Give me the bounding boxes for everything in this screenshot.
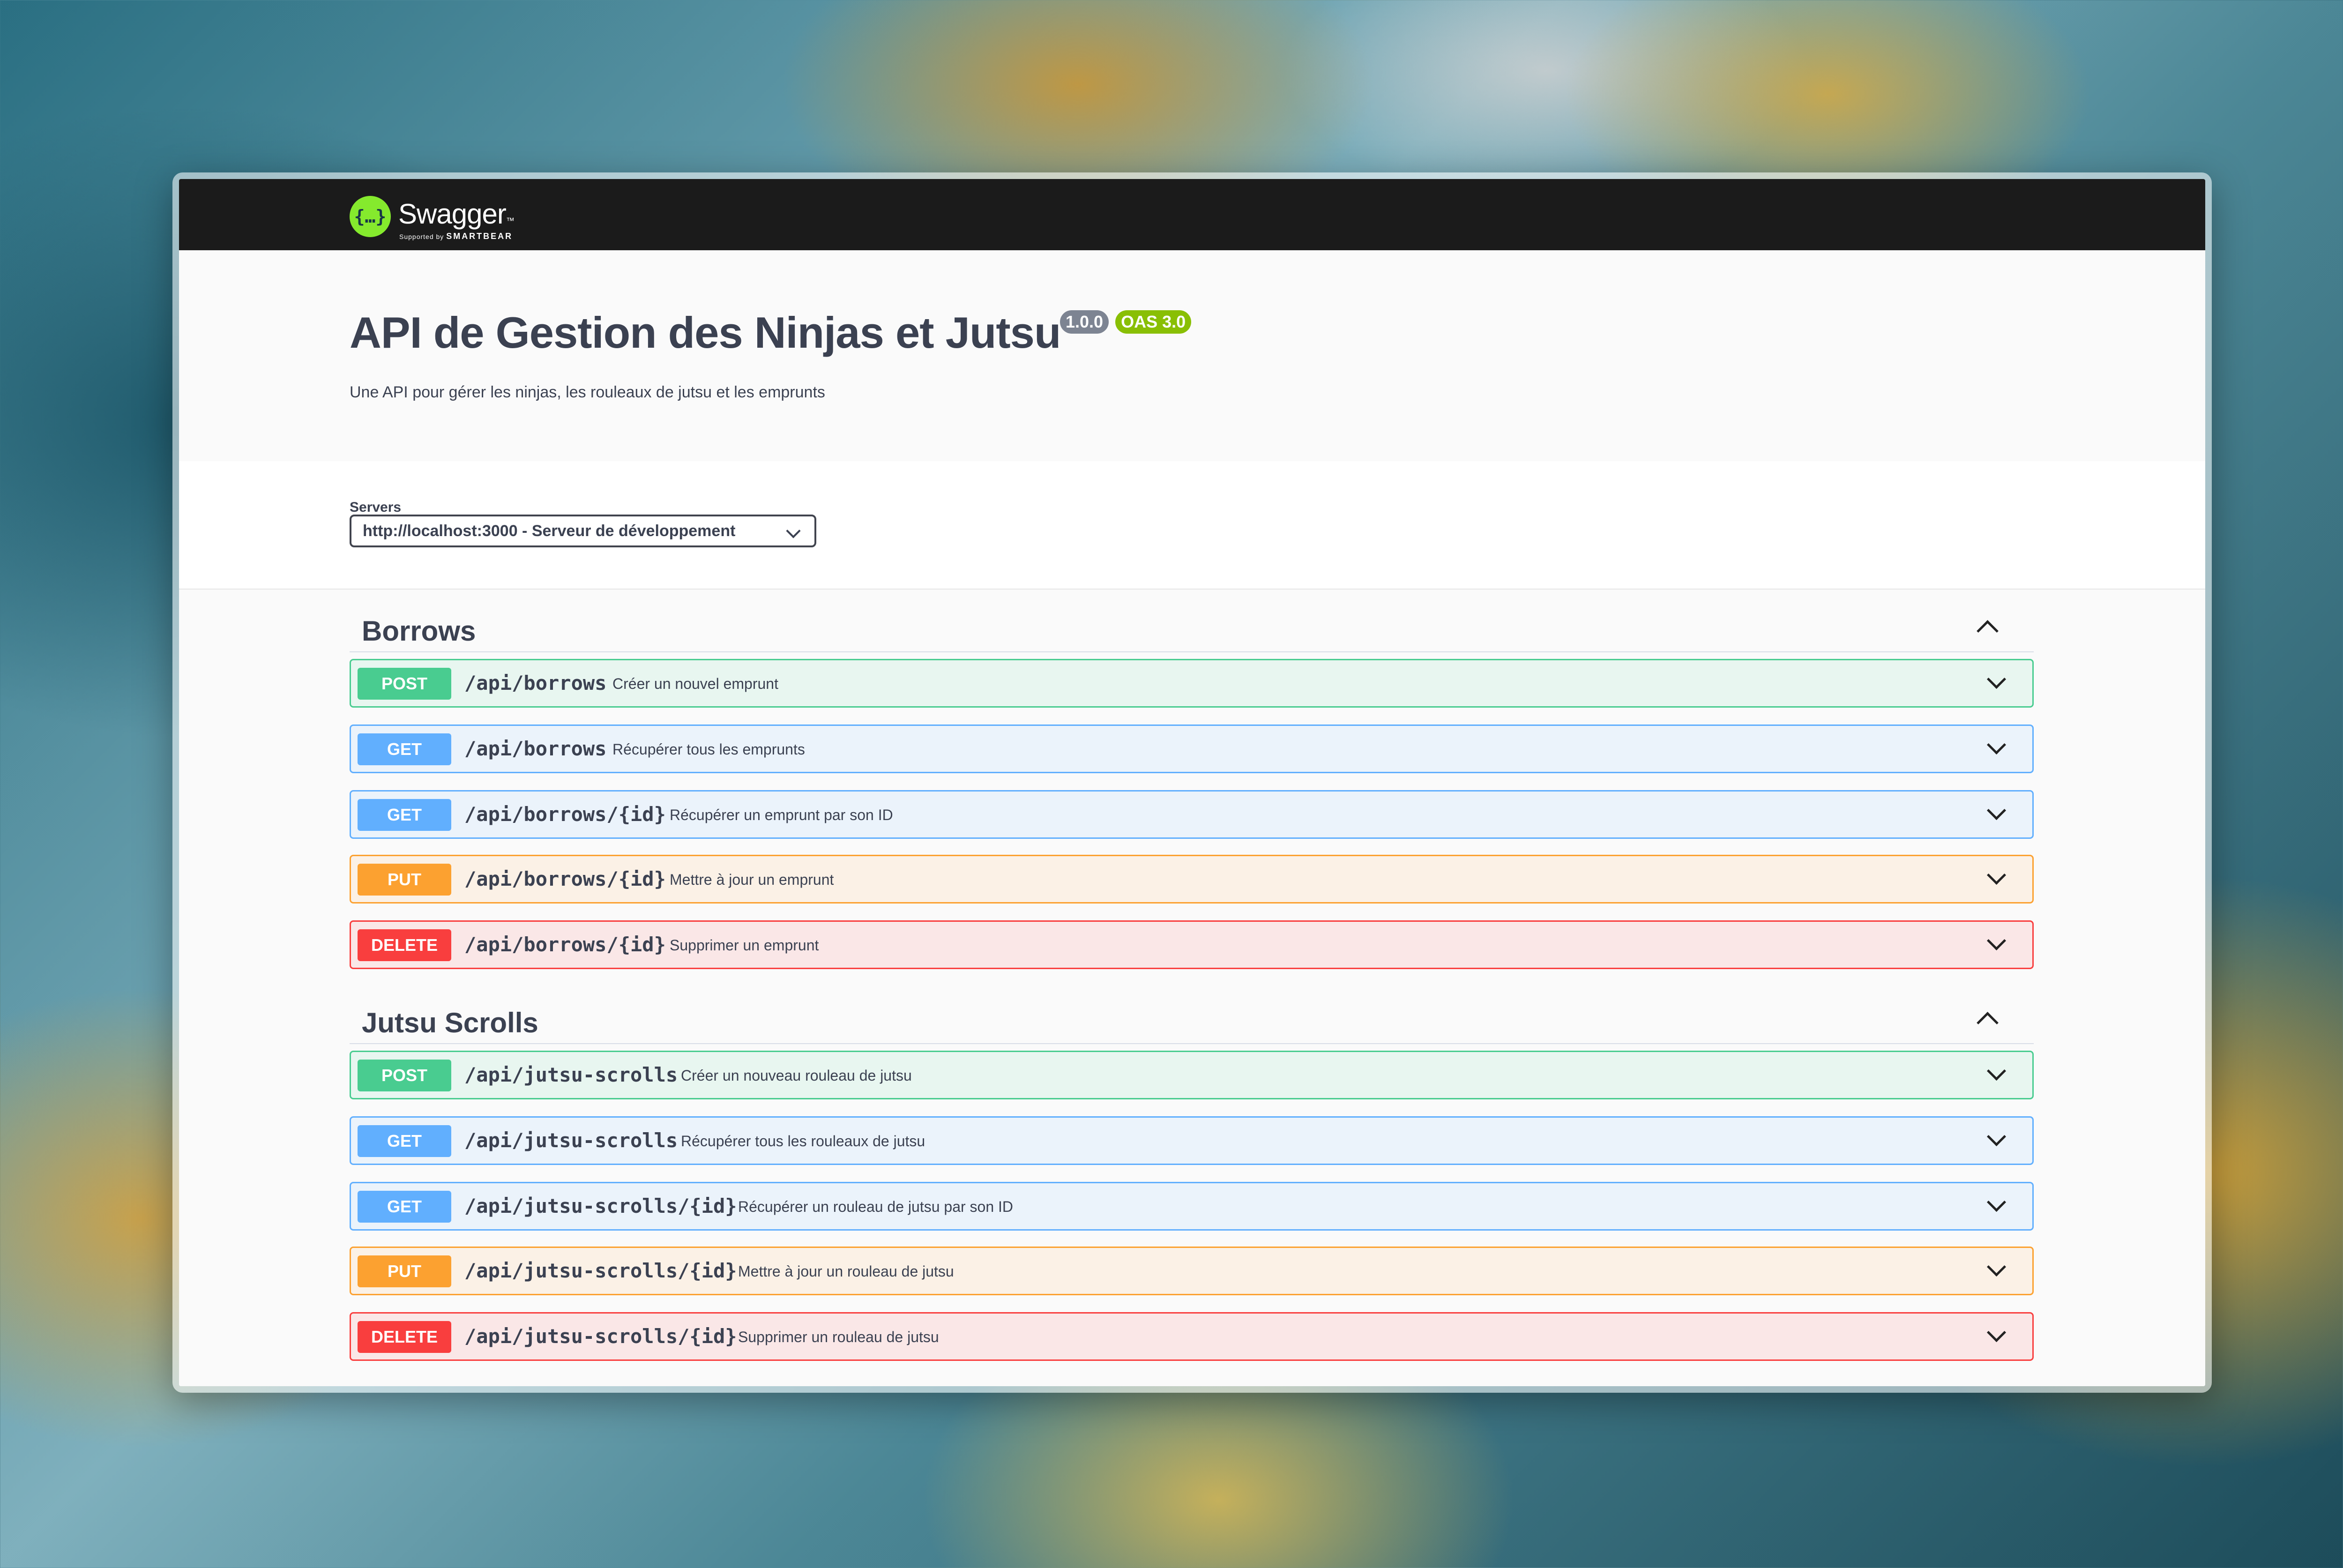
operation-put-jutsu-scroll[interactable]: PUT /api/jutsu-scrolls/{id} Mettre à jou… bbox=[350, 1247, 2034, 1295]
tag-section-borrows: Borrows POST /api/borrows Créer un nouve… bbox=[350, 599, 2034, 969]
chevron-down-icon[interactable] bbox=[1986, 800, 2007, 821]
version-badge: 1.0.0 bbox=[1060, 310, 1109, 334]
operation-summary: Récupérer un rouleau de jutsu par son ID bbox=[738, 1198, 1014, 1215]
tag-header-jutsu-scrolls[interactable]: Jutsu Scrolls bbox=[350, 991, 2034, 1044]
operation-path: /api/jutsu-scrolls bbox=[464, 1129, 678, 1152]
badges: 1.0.0 OAS 3.0 bbox=[1060, 310, 1192, 334]
page-title: API de Gestion des Ninjas et Jutsu bbox=[350, 308, 1061, 357]
tag-name: Jutsu Scrolls bbox=[362, 1007, 538, 1038]
tag-name: Borrows bbox=[362, 615, 476, 647]
operation-summary: Récupérer tous les emprunts bbox=[612, 741, 805, 758]
operation-path: /api/borrows/{id} bbox=[464, 867, 666, 890]
method-badge: GET bbox=[358, 799, 451, 831]
method-badge: DELETE bbox=[358, 1321, 451, 1353]
operation-summary: Récupérer un emprunt par son ID bbox=[670, 806, 893, 823]
oas-badge: OAS 3.0 bbox=[1115, 310, 1192, 334]
operation-get-jutsu-scrolls[interactable]: GET /api/jutsu-scrolls Récupérer tous le… bbox=[350, 1116, 2034, 1165]
swagger-logo-icon: {…} bbox=[350, 196, 391, 237]
operation-summary: Mettre à jour un rouleau de jutsu bbox=[738, 1263, 954, 1280]
supported-by-text: Supported by bbox=[399, 233, 444, 240]
operation-get-borrows[interactable]: GET /api/borrows Récupérer tous les empr… bbox=[350, 724, 2034, 773]
chevron-down-icon[interactable] bbox=[1986, 1322, 2007, 1343]
operation-path: /api/borrows/{id} bbox=[464, 803, 666, 826]
topbar: {…} Swagger™ Supported by SMARTBEAR bbox=[179, 179, 2205, 250]
chevron-down-icon[interactable] bbox=[1986, 1257, 2007, 1277]
chevron-down-icon[interactable] bbox=[1986, 1127, 2007, 1147]
chevron-down-icon[interactable] bbox=[1986, 931, 2007, 951]
brand-name: Swagger™ bbox=[398, 198, 515, 230]
operation-summary: Supprimer un rouleau de jutsu bbox=[738, 1329, 939, 1345]
chevron-down-icon[interactable] bbox=[1986, 865, 2007, 885]
operation-post-jutsu-scrolls[interactable]: POST /api/jutsu-scrolls Créer un nouveau… bbox=[350, 1051, 2034, 1099]
operation-summary: Créer un nouvel emprunt bbox=[612, 675, 778, 692]
tag-section-jutsu-scrolls: Jutsu Scrolls POST /api/jutsu-scrolls Cr… bbox=[350, 991, 2034, 1361]
servers-section: Servers http://localhost:3000 - Serveur … bbox=[179, 461, 2205, 590]
operation-summary: Créer un nouveau rouleau de jutsu bbox=[681, 1067, 912, 1084]
browser-window: {…} Swagger™ Supported by SMARTBEAR API … bbox=[172, 172, 2212, 1393]
method-badge: GET bbox=[358, 1191, 451, 1223]
operation-post-borrows[interactable]: POST /api/borrows Créer un nouvel emprun… bbox=[350, 659, 2034, 708]
operation-path: /api/jutsu-scrolls/{id} bbox=[464, 1259, 737, 1282]
operation-summary: Mettre à jour un emprunt bbox=[670, 871, 834, 888]
operation-path: /api/borrows bbox=[464, 672, 607, 694]
servers-select[interactable]: http://localhost:3000 - Serveur de dével… bbox=[350, 515, 816, 547]
operation-summary: Supprimer un emprunt bbox=[670, 937, 819, 954]
chevron-down-icon[interactable] bbox=[1986, 1061, 2007, 1081]
chevron-down-icon bbox=[786, 523, 801, 538]
operation-path: /api/jutsu-scrolls/{id} bbox=[464, 1325, 737, 1348]
api-info: API de Gestion des Ninjas et Jutsu 1.0.0… bbox=[179, 250, 2205, 461]
method-badge: POST bbox=[358, 668, 451, 700]
chevron-down-icon[interactable] bbox=[1986, 669, 2007, 689]
company-name: SMARTBEAR bbox=[446, 231, 513, 241]
servers-selected-value: http://localhost:3000 - Serveur de dével… bbox=[363, 522, 736, 540]
trademark-symbol: ™ bbox=[506, 216, 515, 225]
chevron-up-icon[interactable] bbox=[1977, 1012, 1999, 1034]
operation-delete-borrow[interactable]: DELETE /api/borrows/{id} Supprimer un em… bbox=[350, 920, 2034, 969]
operation-path: /api/borrows bbox=[464, 737, 607, 760]
method-badge: POST bbox=[358, 1060, 451, 1091]
tag-header-borrows[interactable]: Borrows bbox=[350, 599, 2034, 652]
chevron-down-icon[interactable] bbox=[1986, 1192, 2007, 1212]
brand-text: Swagger bbox=[398, 198, 507, 230]
chevron-down-icon[interactable] bbox=[1986, 735, 2007, 755]
method-badge: GET bbox=[358, 733, 451, 765]
api-description: Une API pour gérer les ninjas, les roule… bbox=[350, 383, 825, 401]
supported-by: Supported by SMARTBEAR bbox=[399, 231, 513, 241]
operation-summary: Récupérer tous les rouleaux de jutsu bbox=[681, 1133, 925, 1150]
servers-label: Servers bbox=[350, 500, 402, 515]
chevron-up-icon[interactable] bbox=[1977, 620, 1999, 642]
operation-get-borrow-by-id[interactable]: GET /api/borrows/{id} Récupérer un empru… bbox=[350, 790, 2034, 839]
operation-put-borrow[interactable]: PUT /api/borrows/{id} Mettre à jour un e… bbox=[350, 855, 2034, 903]
swagger-ui: {…} Swagger™ Supported by SMARTBEAR API … bbox=[179, 179, 2205, 1386]
operation-get-jutsu-scroll-by-id[interactable]: GET /api/jutsu-scrolls/{id} Récupérer un… bbox=[350, 1182, 2034, 1231]
method-badge: PUT bbox=[358, 864, 451, 896]
swagger-logo[interactable]: {…} Swagger™ Supported by SMARTBEAR bbox=[350, 196, 528, 241]
operation-path: /api/jutsu-scrolls bbox=[464, 1063, 678, 1086]
operations-list: Borrows POST /api/borrows Créer un nouve… bbox=[179, 590, 2205, 1386]
operation-path: /api/borrows/{id} bbox=[464, 933, 666, 956]
method-badge: DELETE bbox=[358, 929, 451, 961]
operation-path: /api/jutsu-scrolls/{id} bbox=[464, 1195, 737, 1217]
method-badge: PUT bbox=[358, 1255, 451, 1287]
operation-delete-jutsu-scroll[interactable]: DELETE /api/jutsu-scrolls/{id} Supprimer… bbox=[350, 1312, 2034, 1361]
method-badge: GET bbox=[358, 1125, 451, 1157]
